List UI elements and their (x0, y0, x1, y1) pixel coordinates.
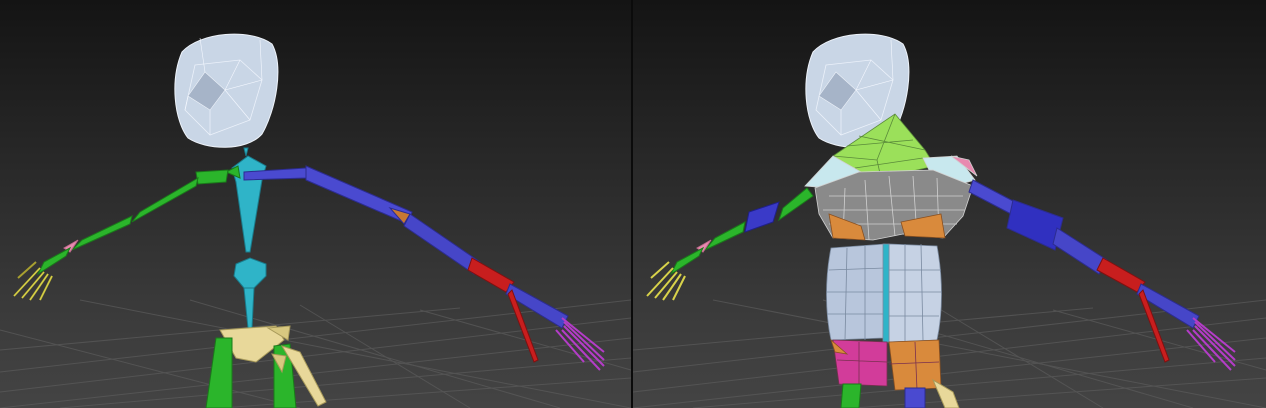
arm-left-bones[interactable] (36, 169, 229, 276)
skeleton-scene (0, 33, 631, 408)
torso-mesh[interactable] (826, 243, 942, 343)
head-mesh[interactable] (174, 33, 279, 148)
viewport-right[interactable] (633, 0, 1266, 408)
skinned-scene (633, 33, 1266, 408)
arm-right-bones[interactable] (968, 179, 1200, 363)
viewport-layout (0, 0, 1266, 408)
viewport-left[interactable] (0, 0, 631, 408)
arm-left-bones[interactable] (669, 187, 814, 276)
hip-mesh[interactable] (830, 338, 942, 391)
